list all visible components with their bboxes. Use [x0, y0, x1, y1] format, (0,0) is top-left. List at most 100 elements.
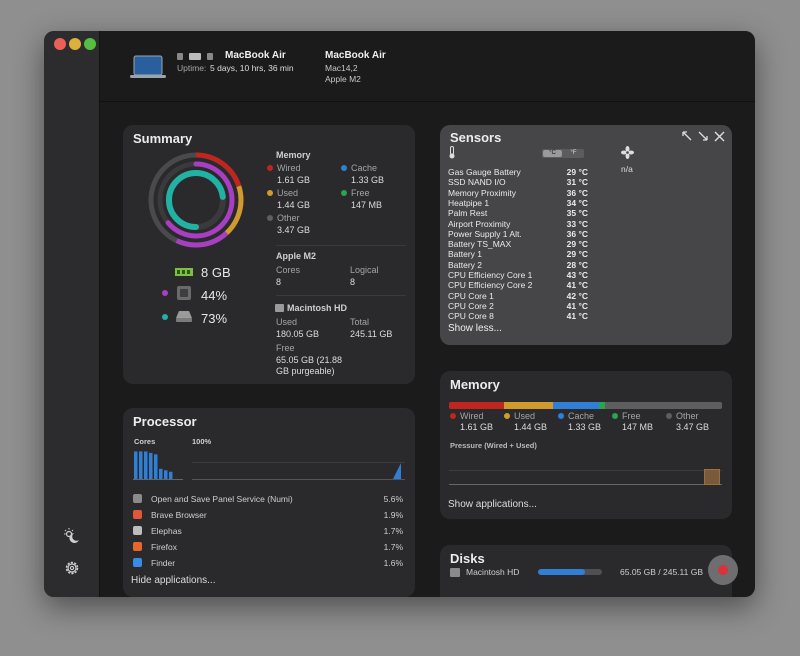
logical-label: Logical	[350, 265, 379, 275]
thermometer-icon	[449, 146, 455, 159]
sensor-row: CPU Core 8 41 °C	[448, 311, 588, 321]
process-row[interactable]: Brave Browser 1.9%	[133, 509, 403, 521]
sensor-value: 36 °C	[566, 187, 588, 198]
disk-legend-dot	[162, 314, 168, 320]
sensor-name: Battery 2	[448, 259, 483, 270]
disk-usage-bar	[538, 569, 602, 575]
process-cpu-pct: 1.9%	[383, 510, 403, 520]
minimize-window-button[interactable]	[69, 38, 81, 50]
sensor-row: Power Supply 1 Alt. 36 °C	[448, 229, 588, 239]
disk-icon	[450, 568, 460, 577]
sensor-value: 43 °C	[566, 270, 588, 280]
other-label: Other	[277, 213, 300, 223]
shield-icon	[133, 494, 142, 503]
sensor-row: Memory Proximity 36 °C	[448, 188, 588, 198]
other-value: 3.47 GB	[277, 225, 311, 235]
close-window-button[interactable]	[54, 38, 66, 50]
memory-bar-other	[604, 402, 722, 409]
summary-card[interactable]: Summary 8 GB 44% 73% Memory Wired 1.61 G…	[123, 125, 415, 384]
core-bar	[134, 451, 138, 479]
show-less-link[interactable]: Show less...	[448, 323, 502, 334]
uptime-label: Uptime:	[177, 63, 207, 73]
mem-other-value: 3.47 GB	[676, 422, 710, 432]
mem-used-label: Used	[514, 411, 536, 421]
sensors-card[interactable]: Sensors °C °F n/a Gas Gauge Battery 29 °C…	[440, 125, 732, 345]
cores-graph-label: Cores	[134, 437, 156, 446]
mem-wired-value: 1.61 GB	[460, 422, 494, 432]
settings-gear-icon[interactable]	[63, 559, 81, 577]
memory-bar-used	[503, 402, 553, 409]
sensor-name: Airport Proximity	[448, 218, 511, 229]
memory-cache-stat: Cache 1.33 GB	[341, 163, 384, 185]
sensor-value: 41 °C	[566, 300, 588, 311]
mem-free-label: Free	[622, 411, 641, 421]
memory-other-stat: Other 3.47 GB	[267, 213, 310, 235]
mem-free-value: 147 MB	[622, 422, 654, 432]
memory-card[interactable]: Memory Wired 1.61 GB Used 1.44 GB Cache 1.3…	[440, 371, 732, 519]
close-icon[interactable]	[714, 131, 725, 142]
summary-rings-chart	[148, 152, 244, 248]
unit-fahrenheit-option[interactable]: °F	[564, 150, 583, 157]
process-row[interactable]: Elephas 1.7%	[133, 525, 403, 537]
processor-card[interactable]: Processor Cores 100% Open and Save Panel…	[123, 408, 415, 597]
divider	[276, 245, 406, 246]
mem-wired-legend: Wired 1.61 GB	[450, 411, 493, 433]
record-icon	[718, 565, 728, 575]
chip-section-title: Apple M2	[276, 251, 317, 261]
disks-card[interactable]: Disks Macintosh HD 65.05 GB / 245.11 GB	[440, 545, 738, 597]
elephas-icon	[133, 526, 142, 535]
process-row[interactable]: Open and Save Panel Service (Numi) 5.6%	[133, 493, 403, 505]
process-name: Finder	[151, 558, 176, 568]
sensor-row: Battery TS_MAX 29 °C	[448, 239, 588, 249]
show-applications-link[interactable]: Show applications...	[448, 499, 537, 510]
summary-cpu-pct: 44%	[201, 288, 228, 303]
sensor-row: Gas Gauge Battery 29 °C	[448, 167, 588, 177]
sensor-name: CPU Core 8	[448, 311, 494, 322]
wired-value: 1.61 GB	[277, 175, 311, 185]
core-bar	[149, 452, 153, 479]
sensor-name: CPU Efficiency Core 2	[448, 280, 533, 291]
fan-icon	[621, 146, 634, 159]
cache-value: 1.33 GB	[351, 175, 385, 185]
process-row[interactable]: Firefox 1.7%	[133, 541, 403, 553]
zoom-window-button[interactable]	[84, 38, 96, 50]
device-name: MacBook Air	[225, 50, 286, 61]
disk-drive-icon	[176, 311, 192, 322]
sensor-name: Battery TS_MAX	[448, 239, 512, 250]
process-cpu-pct: 1.7%	[383, 542, 403, 552]
chip-name: Apple M2	[325, 74, 361, 84]
unit-toggle[interactable]: °C °F	[542, 149, 584, 158]
sensor-row: CPU Core 1 42 °C	[448, 291, 588, 301]
mem-cache-value: 1.33 GB	[568, 422, 602, 432]
core-bar	[159, 468, 163, 479]
hide-applications-link[interactable]: Hide applications...	[131, 575, 216, 586]
process-name: Open and Save Panel Service (Numi)	[151, 494, 293, 504]
core-usage-bars	[133, 451, 183, 480]
finder-icon	[133, 558, 142, 567]
record-button[interactable]	[708, 555, 738, 585]
device-header: MacBook Air Uptime: 5 days, 10 hrs, 36 m…	[100, 31, 755, 102]
process-row[interactable]: Finder 1.6%	[133, 557, 403, 569]
mem-cache-label: Cache	[568, 411, 595, 421]
sensor-name: Battery 1	[448, 249, 483, 260]
sensor-row: CPU Efficiency Core 2 41 °C	[448, 280, 588, 290]
disk-total-label: Total	[350, 317, 370, 327]
summary-title: Summary	[133, 131, 193, 146]
mem-cache-legend: Cache 1.33 GB	[558, 411, 601, 433]
sensor-name: CPU Core 2	[448, 300, 494, 311]
memory-card-title: Memory	[450, 377, 500, 392]
disk-total-value: 245.11 GB	[350, 329, 393, 339]
collapse-icon[interactable]	[698, 131, 709, 142]
mem-used-value: 1.44 GB	[514, 422, 548, 432]
appearance-toggle-icon[interactable]	[63, 527, 81, 545]
expand-icon[interactable]	[682, 131, 693, 142]
process-cpu-pct: 1.6%	[383, 558, 403, 568]
sensor-name: Memory Proximity	[448, 187, 517, 198]
summary-memory-total: 8 GB	[201, 265, 231, 280]
pressure-graph	[449, 451, 722, 485]
core-bar	[169, 471, 173, 479]
mem-used-legend: Used 1.44 GB	[504, 411, 547, 433]
process-name: Brave Browser	[151, 510, 207, 520]
sensor-value: 29 °C	[566, 239, 588, 250]
unit-celsius-option[interactable]: °C	[543, 150, 562, 157]
